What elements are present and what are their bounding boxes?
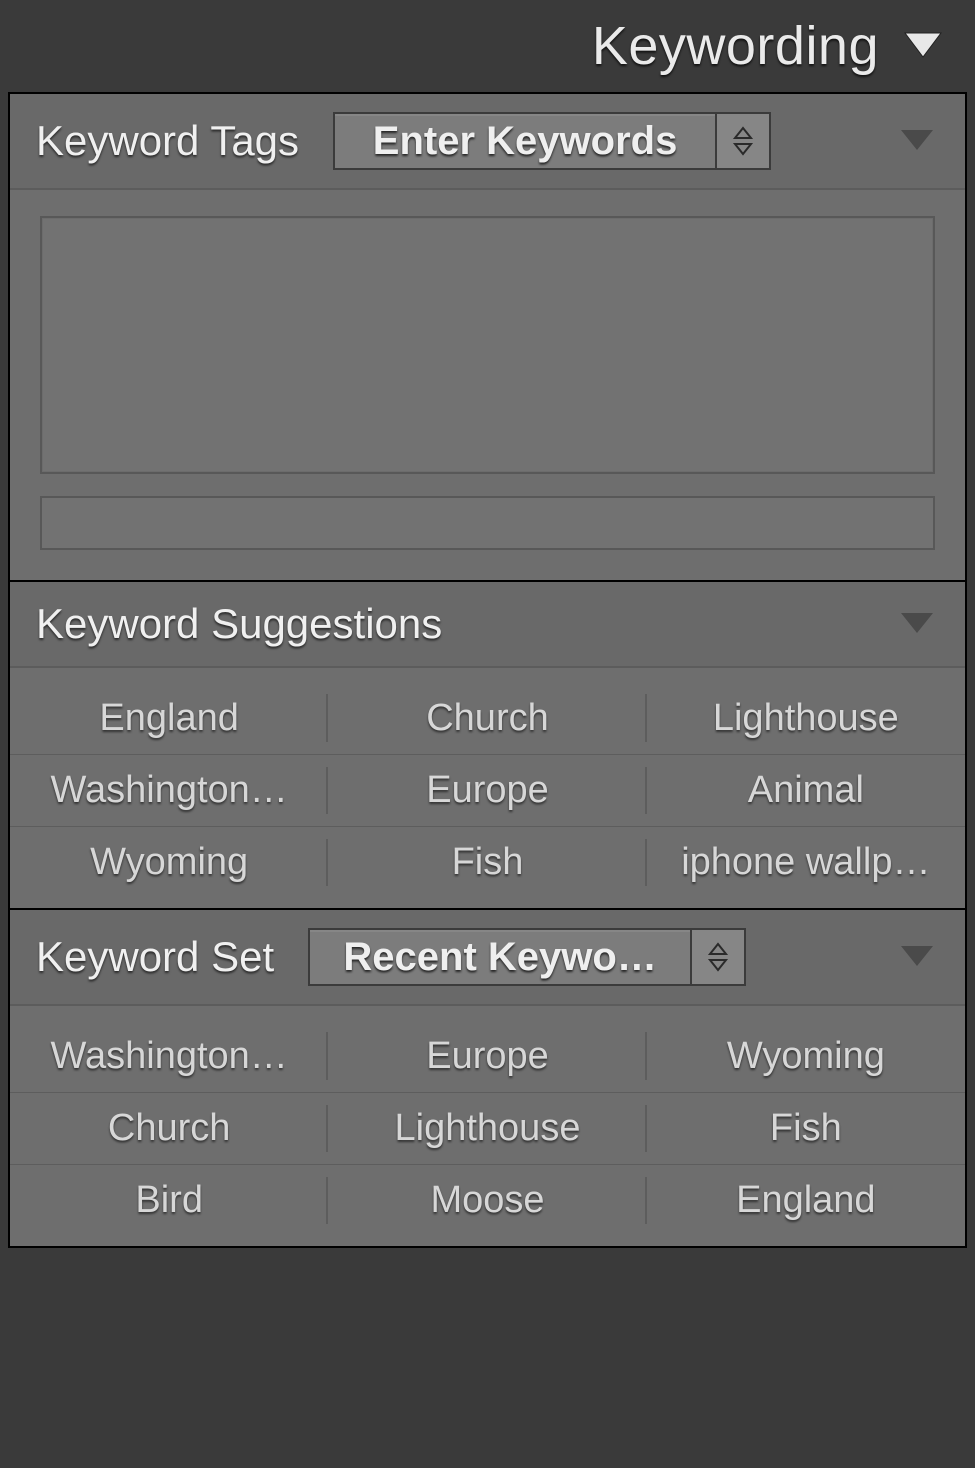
keyword-entry-input[interactable] <box>40 496 935 550</box>
keyword-set-item[interactable]: Bird <box>10 1164 328 1236</box>
keyword-set-item[interactable]: Washington… <box>10 1020 328 1092</box>
keyword-suggestion-item[interactable]: Washington… <box>10 754 328 826</box>
keyword-set-item[interactable]: England <box>647 1164 965 1236</box>
keyword-set-item[interactable]: Wyoming <box>647 1020 965 1092</box>
keyword-set-grid-wrap: Washington…EuropeWyoming ChurchLighthouse… <box>10 1006 965 1246</box>
keyword-suggestion-item[interactable]: Fish <box>328 826 646 898</box>
keyword-set-disclosure-icon[interactable] <box>895 944 939 970</box>
panel-collapse-icon[interactable] <box>903 31 943 61</box>
keyword-suggestion-item[interactable]: Europe <box>328 754 646 826</box>
keyword-set-item[interactable]: Europe <box>328 1020 646 1092</box>
keyword-tags-disclosure-icon[interactable] <box>895 128 939 154</box>
keywording-panel-header[interactable]: Keywording <box>0 0 975 92</box>
keyword-tags-label: Keyword Tags <box>36 117 299 165</box>
keyword-set-value: Recent Keywo… <box>310 930 690 984</box>
stepper-icon[interactable] <box>690 930 744 984</box>
keyword-suggestions-disclosure-icon[interactable] <box>895 611 939 637</box>
keyword-suggestion-item[interactable]: Wyoming <box>10 826 328 898</box>
keywording-panel-body: Keyword Tags Enter Keywords <box>8 92 967 1248</box>
keyword-suggestion-item[interactable]: Animal <box>647 754 965 826</box>
keyword-tags-body <box>10 190 965 580</box>
keyword-tags-header: Keyword Tags Enter Keywords <box>10 94 965 190</box>
keyword-set-header: Keyword Set Recent Keywo… <box>10 910 965 1006</box>
keyword-suggestion-item[interactable]: Church <box>328 682 646 754</box>
keyword-suggestion-item[interactable]: England <box>10 682 328 754</box>
keyword-set-dropdown[interactable]: Recent Keywo… <box>308 928 746 986</box>
keywords-textarea[interactable] <box>40 216 935 474</box>
keyword-suggestion-item[interactable]: Lighthouse <box>647 682 965 754</box>
keyword-set-item[interactable]: Moose <box>328 1164 646 1236</box>
keyword-suggestions-header: Keyword Suggestions <box>10 582 965 668</box>
keyword-suggestions-grid: EnglandChurchLighthouse Washington…Europe… <box>10 682 965 898</box>
keyword-set-grid: Washington…EuropeWyoming ChurchLighthouse… <box>10 1020 965 1236</box>
stepper-icon[interactable] <box>715 114 769 168</box>
keyword-tags-mode-dropdown[interactable]: Enter Keywords <box>333 112 771 170</box>
panel-title: Keywording <box>592 15 879 77</box>
keyword-tags-mode-value: Enter Keywords <box>335 114 715 168</box>
keyword-suggestions-grid-wrap: EnglandChurchLighthouse Washington…Europe… <box>10 668 965 908</box>
keyword-tags-section: Keyword Tags Enter Keywords <box>10 94 965 580</box>
keyword-suggestions-section: Keyword Suggestions EnglandChurchLightho… <box>10 580 965 908</box>
keyword-set-item[interactable]: Church <box>10 1092 328 1164</box>
keyword-set-label: Keyword Set <box>36 933 274 981</box>
keyword-set-item[interactable]: Lighthouse <box>328 1092 646 1164</box>
keyword-set-section: Keyword Set Recent Keywo… Washington…Eur… <box>10 908 965 1246</box>
keyword-suggestion-item[interactable]: iphone wallp… <box>647 826 965 898</box>
keyword-set-item[interactable]: Fish <box>647 1092 965 1164</box>
keyword-suggestions-label: Keyword Suggestions <box>36 600 442 648</box>
